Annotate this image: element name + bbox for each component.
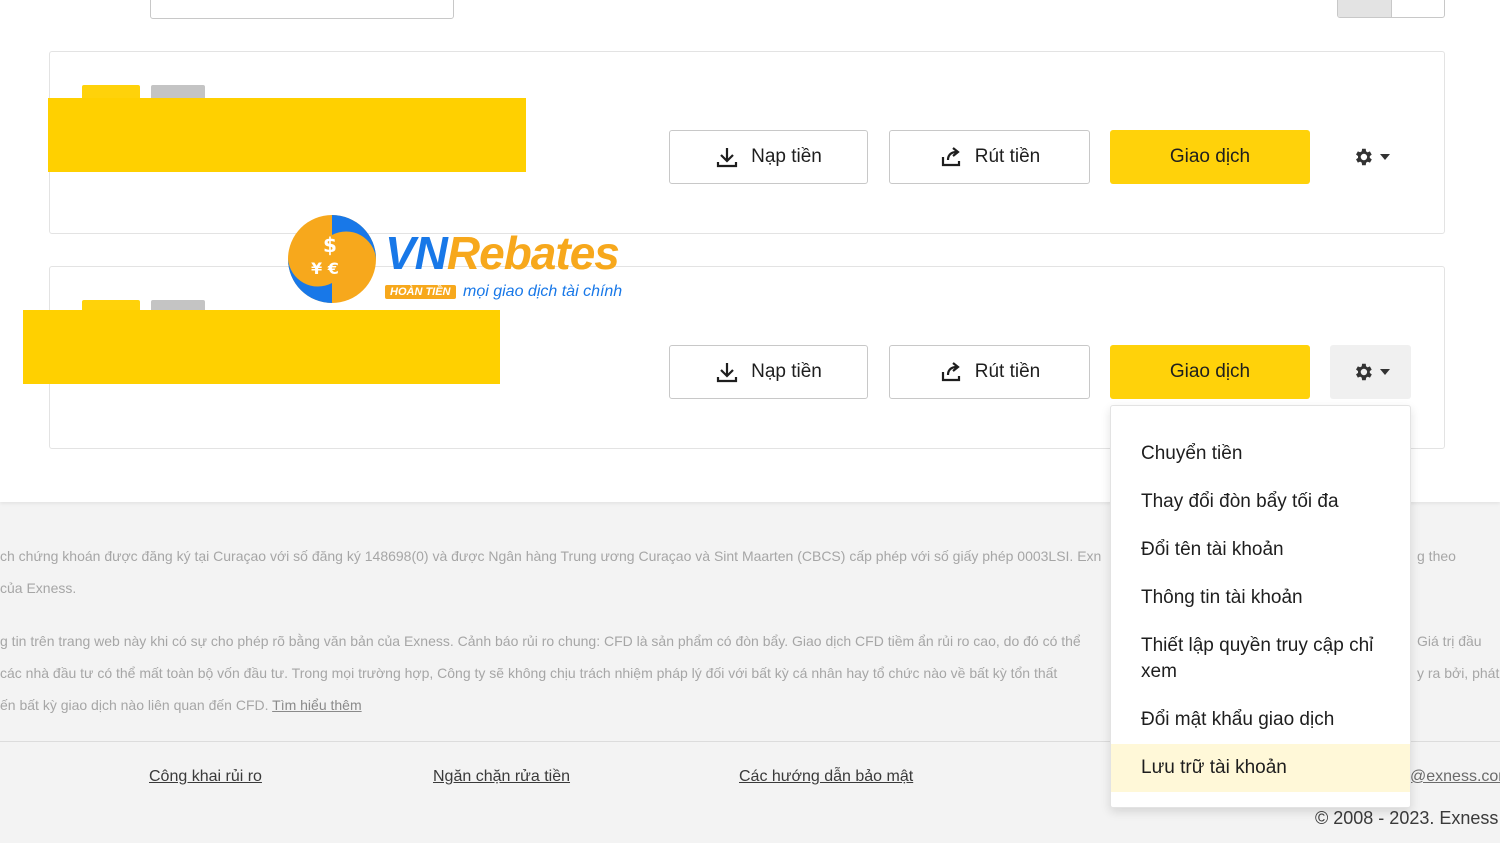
- legal-line-1-right: g theo: [1417, 548, 1456, 564]
- account-settings-button[interactable]: [1330, 130, 1411, 184]
- footer-email-link[interactable]: @exness.com: [1410, 768, 1500, 786]
- deposit-button[interactable]: Nạp tiền: [669, 130, 868, 184]
- gear-icon: [1355, 148, 1372, 166]
- view-toggle-grid[interactable]: [1392, 0, 1445, 17]
- trade-button[interactable]: Giao dịch: [1110, 130, 1310, 184]
- menu-item-change-password[interactable]: Đổi mật khẩu giao dịch: [1111, 696, 1410, 744]
- legal-line-3: g tin trên trang web này khi có sự cho p…: [0, 633, 1081, 649]
- trade-button[interactable]: Giao dịch: [1110, 345, 1310, 399]
- view-toggle[interactable]: [1337, 0, 1445, 18]
- upload-share-icon: [941, 362, 960, 382]
- legal-line-1: ch chứng khoán được đăng ký tại Curaçao …: [0, 548, 1102, 564]
- download-icon: [717, 363, 738, 383]
- chevron-down-icon: [415, 0, 425, 1]
- account-settings-button[interactable]: [1330, 345, 1411, 399]
- copyright: © 2008 - 2023. Exness: [1315, 808, 1499, 828]
- menu-item-archive-account[interactable]: Lưu trữ tài khoản: [1111, 744, 1410, 792]
- caret-down-icon: [1379, 154, 1390, 160]
- svg-text:$: $: [323, 233, 337, 257]
- footer-link-security-guide[interactable]: Các hướng dẫn bảo mật: [739, 768, 913, 786]
- vnrebates-badge: HOÀN TIỀN: [385, 285, 456, 299]
- svg-text:¥ €: ¥ €: [311, 259, 339, 278]
- menu-item-transfer[interactable]: Chuyển tiền: [1111, 430, 1410, 478]
- account-settings-menu: Chuyển tiền Thay đổi đòn bẩy tối đa Đổi …: [1110, 405, 1411, 808]
- view-toggle-list[interactable]: [1338, 0, 1392, 17]
- vnrebates-watermark: $ ¥ € VNRebates HOÀN TIỀN mọi giao dịch …: [285, 210, 655, 310]
- learn-more-link[interactable]: Tìm hiểu thêm: [272, 697, 361, 713]
- legal-line-3-right: Giá trị đầu: [1417, 633, 1482, 649]
- deposit-label: Nạp tiền: [751, 361, 822, 382]
- account-filter-select[interactable]: [150, 0, 454, 19]
- deposit-button[interactable]: Nạp tiền: [669, 345, 868, 399]
- footer-link-risk-disclosure[interactable]: Công khai rủi ro: [149, 768, 262, 786]
- redacted-account-info: [23, 310, 500, 384]
- legal-line-4: các nhà đầu tư có thể mất toàn bộ vốn đầ…: [0, 665, 1058, 681]
- gear-icon: [1355, 363, 1372, 381]
- withdraw-label: Rút tiền: [974, 361, 1041, 382]
- download-icon: [717, 148, 738, 168]
- menu-item-account-info[interactable]: Thông tin tài khoản: [1111, 574, 1410, 622]
- menu-item-change-leverage[interactable]: Thay đổi đòn bẩy tối đa: [1111, 478, 1410, 526]
- vnrebates-logo-icon: $ ¥ €: [288, 215, 376, 303]
- withdraw-label: Rút tiền: [974, 146, 1041, 167]
- vnrebates-tagline: mọi giao dịch tài chính: [463, 283, 623, 300]
- withdraw-button[interactable]: Rút tiền: [889, 345, 1090, 399]
- menu-item-read-only-access[interactable]: Thiết lập quyền truy cập chỉ xem: [1111, 622, 1410, 696]
- caret-down-icon: [1379, 369, 1390, 375]
- legal-line-4-right: y ra bởi, phát: [1417, 665, 1500, 681]
- menu-item-rename-account[interactable]: Đổi tên tài khoản: [1111, 526, 1410, 574]
- trade-label: Giao dịch: [1169, 146, 1251, 167]
- footer-link-aml[interactable]: Ngăn chặn rửa tiền: [433, 768, 570, 786]
- legal-line-2: của Exness.: [0, 580, 77, 596]
- redacted-account-info: [48, 98, 526, 172]
- deposit-label: Nạp tiền: [751, 146, 822, 167]
- upload-share-icon: [941, 147, 960, 167]
- legal-line-5: ến bất kỳ giao dịch nào liên quan đến CF…: [0, 697, 269, 713]
- trade-label: Giao dịch: [1169, 361, 1251, 382]
- withdraw-button[interactable]: Rút tiền: [889, 130, 1090, 184]
- vnrebates-brand: VNRebates: [385, 227, 620, 279]
